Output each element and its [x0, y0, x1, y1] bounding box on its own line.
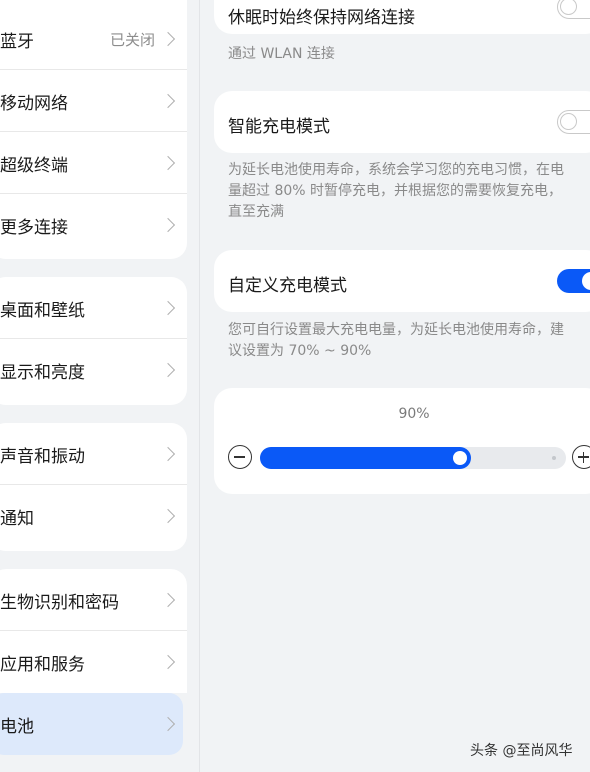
slider-fill — [260, 447, 471, 469]
description-line: 您可自行设置最大充电电量，为延长电池使用寿命，建 — [228, 322, 564, 338]
description-line: 量超过 80% 时暂停充电，并根据您的需要恢复充电， — [228, 183, 563, 199]
chevron-right-icon — [160, 508, 176, 524]
sidebar-item-notifications[interactable]: 通知 — [0, 485, 187, 547]
minus-circle-icon[interactable] — [228, 445, 252, 469]
toggle-knob — [560, 0, 577, 15]
smart-charge-toggle[interactable] — [557, 110, 590, 134]
custom-charge-label: 自定义充电模式 — [228, 276, 347, 296]
slider-thumb[interactable] — [453, 451, 467, 465]
smart-charge-row[interactable]: 智能充电模式 — [214, 91, 590, 153]
settings-sidebar: 蓝牙 已关闭 移动网络 超级终端 更多连接 桌面和壁纸 显示和亮度 声音和振动 … — [0, 0, 200, 772]
sidebar-group-connectivity: 蓝牙 已关闭 移动网络 超级终端 更多连接 — [0, 0, 187, 259]
sidebar-item-more-connections[interactable]: 更多连接 — [0, 194, 187, 256]
charge-limit-value: 90% — [398, 406, 430, 422]
sidebar-item-battery[interactable]: 电池 — [0, 693, 183, 755]
sidebar-item-biometrics[interactable]: 生物识别和密码 — [0, 569, 187, 631]
plus-stroke-v — [582, 451, 585, 463]
sidebar-item-label: 应用和服务 — [0, 654, 85, 675]
sidebar-item-label: 通知 — [0, 508, 34, 529]
wlan-note: 通过 WLAN 连接 — [228, 46, 335, 62]
sidebar-item-label: 电池 — [0, 716, 34, 737]
chevron-right-icon — [160, 592, 176, 608]
sleep-network-label: 休眠时始终保持网络连接 — [228, 8, 415, 28]
charge-limit-slider[interactable] — [260, 447, 566, 469]
description-line: 为延长电池使用寿命，系统会学习您的充电习惯，在电 — [228, 162, 564, 178]
sidebar-item-display-brightness[interactable]: 显示和亮度 — [0, 339, 187, 401]
plus-circle-icon[interactable] — [572, 445, 590, 469]
chevron-right-icon — [160, 716, 176, 732]
bluetooth-status: 已关闭 — [109, 30, 155, 49]
sidebar-item-label: 桌面和壁纸 — [0, 300, 85, 321]
sidebar-item-label: 移动网络 — [0, 93, 68, 114]
sidebar-group-sound: 声音和振动 通知 — [0, 423, 187, 551]
chevron-right-icon — [160, 217, 176, 233]
chevron-right-icon — [160, 300, 176, 316]
sidebar-item-super-device[interactable]: 超级终端 — [0, 132, 187, 194]
custom-charge-description: 您可自行设置最大充电电量，为延长电池使用寿命，建 议设置为 70% ~ 90% — [228, 320, 590, 362]
sidebar-item-label: 蓝牙 — [0, 31, 34, 52]
sidebar-item-label: 声音和振动 — [0, 446, 85, 467]
charge-limit-card: 90% — [214, 388, 590, 494]
sidebar-item-apps-services[interactable]: 应用和服务 — [0, 631, 187, 693]
description-line: 直至充满 — [228, 204, 284, 220]
chevron-right-icon — [160, 362, 176, 378]
toggle-knob — [582, 272, 590, 290]
minus-stroke — [234, 456, 245, 458]
sidebar-item-sound-vibration[interactable]: 声音和振动 — [0, 423, 187, 485]
sleep-network-toggle[interactable] — [557, 0, 590, 19]
sidebar-item-mobile-network[interactable]: 移动网络 — [0, 70, 187, 132]
sidebar-item-label: 显示和亮度 — [0, 362, 85, 383]
smart-charge-label: 智能充电模式 — [228, 117, 330, 137]
chevron-right-icon — [160, 446, 176, 462]
chevron-right-icon — [160, 155, 176, 171]
chevron-right-icon — [160, 31, 176, 47]
sleep-network-row[interactable]: 休眠时始终保持网络连接 — [214, 0, 590, 34]
sidebar-item-label: 生物识别和密码 — [0, 592, 119, 613]
sidebar-item-label: 超级终端 — [0, 155, 68, 176]
watermark: 头条 @至尚风华 — [470, 743, 573, 759]
description-line: 议设置为 70% ~ 90% — [228, 343, 372, 359]
chevron-right-icon — [160, 93, 176, 109]
sidebar-item-wallpaper[interactable]: 桌面和壁纸 — [0, 277, 187, 339]
sidebar-group-display: 桌面和壁纸 显示和亮度 — [0, 277, 187, 405]
toggle-knob — [560, 113, 577, 130]
slider-end-dot — [552, 456, 556, 460]
chevron-right-icon — [160, 654, 176, 670]
sidebar-item-label: 更多连接 — [0, 217, 68, 238]
sidebar-item-bluetooth[interactable]: 蓝牙 已关闭 — [0, 8, 187, 70]
smart-charge-description: 为延长电池使用寿命，系统会学习您的充电习惯，在电 量超过 80% 时暂停充电，并… — [228, 160, 590, 223]
custom-charge-toggle[interactable] — [557, 269, 590, 293]
custom-charge-row[interactable]: 自定义充电模式 — [214, 250, 590, 312]
sidebar-group-security: 生物识别和密码 应用和服务 电池 — [0, 569, 187, 772]
